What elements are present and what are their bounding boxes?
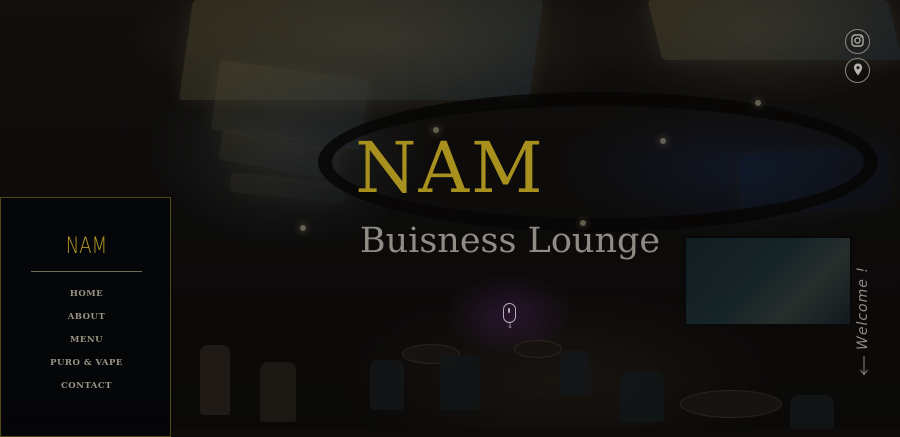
nav-item-contact[interactable]: CONTACT — [1, 380, 172, 403]
welcome-text: Welcome ! — [855, 266, 871, 350]
instagram-link[interactable] — [845, 29, 870, 54]
instagram-icon — [851, 32, 864, 51]
sidebar-logo[interactable]: NAM — [16, 234, 156, 259]
nav-item-menu[interactable]: MENU — [1, 334, 172, 357]
mouse-scroll-icon — [503, 303, 516, 323]
sidebar-menu: NAM HOME ABOUT MENU PURO & VAPE CONTACT — [0, 197, 171, 437]
nav-item-puro-vape[interactable]: PURO & VAPE — [1, 357, 172, 380]
scroll-down-arrow-icon: ↓ — [506, 321, 514, 331]
location-link[interactable] — [845, 58, 870, 83]
arrow-down-icon — [859, 356, 869, 376]
nav-list: HOME ABOUT MENU PURO & VAPE CONTACT — [1, 288, 172, 403]
welcome-scroll-hint[interactable]: Welcome ! — [848, 266, 884, 380]
nav-item-about[interactable]: ABOUT — [1, 311, 172, 334]
sidebar-divider — [31, 271, 142, 272]
location-pin-icon — [853, 61, 863, 80]
nav-item-home[interactable]: HOME — [1, 288, 172, 311]
social-links — [845, 29, 870, 83]
hero-title: NAM — [355, 127, 545, 209]
